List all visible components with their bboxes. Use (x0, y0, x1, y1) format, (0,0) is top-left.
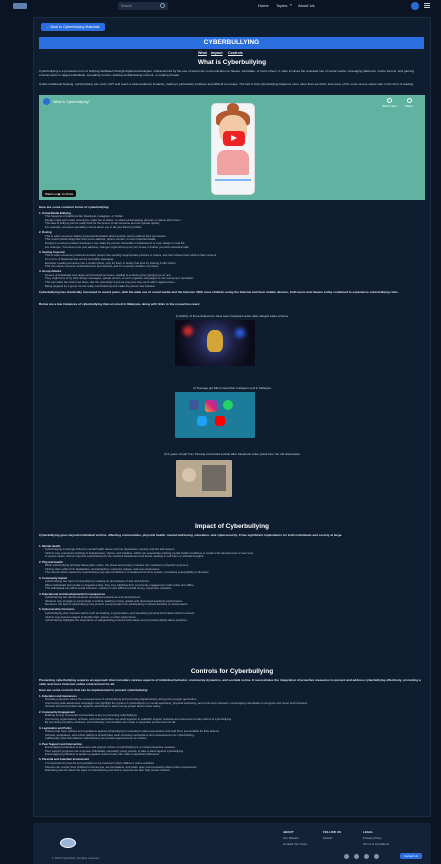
caption-2[interactable]: 2) Teenage girl kills herself after Inst… (39, 386, 425, 390)
siren-light-red (183, 326, 193, 336)
facebook-icon (189, 400, 199, 410)
whatsapp-icon (223, 400, 233, 410)
nav-link-about[interactable]: About Us (298, 3, 314, 8)
photo-shape (202, 465, 226, 491)
controls-list: 1. Education and Awareness Providing edu… (39, 693, 425, 773)
list-item: Additionally, laws that address cyberbul… (45, 736, 148, 741)
what-heading: What is Cyberbullying (197, 59, 267, 66)
forms-list: 1. Social Media Bullying This happens on… (39, 210, 425, 288)
impact-heading: Impact of Cyberbullying (194, 523, 270, 530)
list-item: This withdrawal can affect social cohesi… (45, 586, 172, 591)
twitter-icon[interactable] (364, 854, 369, 859)
impact-list: 1. Mental Health Cyberbullying is strong… (39, 543, 425, 623)
list-item: By promoting empathy, kindness, and incl… (45, 720, 176, 725)
watch-on-youtube-button[interactable]: Watch on ▶ YouTube (42, 190, 77, 197)
list-item: Educating parents about the signs of cyb… (45, 768, 171, 773)
siren-light-blue (235, 328, 245, 338)
list-item: Being targeted by a group can be really … (45, 283, 156, 288)
what-paragraph-1: Cyberbullying is a pervasive form of bul… (39, 69, 415, 78)
what-paragraph-2: Unlike traditional bullying, cyberbullyi… (39, 82, 414, 86)
facebook-icon[interactable] (344, 854, 349, 859)
avatar[interactable] (411, 2, 419, 10)
share-button[interactable]: Share (405, 98, 413, 108)
subnav-link-impact[interactable]: Impact (211, 51, 223, 55)
github-icon[interactable] (374, 854, 379, 859)
list-item: The chronic stress caused by cyberbullyi… (45, 570, 210, 575)
nav-link-topics[interactable]: Topics (276, 3, 287, 8)
controls-intro: Here are some controls that can be imple… (39, 688, 149, 692)
footer-link[interactable]: Contact Our Team (283, 841, 307, 847)
footer-link[interactable]: GitHub (323, 835, 341, 841)
news-image-tiktok (176, 460, 232, 497)
search-icon[interactable] (160, 3, 165, 8)
impact-paragraph: Cyberbullying goes beyond individual vic… (39, 533, 343, 537)
controls-heading: Controls for Cyberbullying (190, 668, 274, 675)
nav-link-home[interactable]: Home (258, 3, 269, 8)
forms-intro: Here are some common forms of cyberbully… (39, 205, 110, 209)
back-button[interactable]: ← Back to Cyberbullying Materials (41, 23, 105, 31)
dramatic-paragraph: Cyberbullying has drastically increased … (39, 290, 399, 294)
site-logo[interactable] (13, 3, 27, 9)
images-intro: Below are a few instances of cyberbullyi… (39, 302, 201, 306)
subnav-link-what[interactable]: What (198, 51, 207, 55)
copyright: © 2024 CyberSafe. All rights reserved. (52, 856, 100, 860)
shirt-shape (217, 150, 249, 175)
illustration-bar (215, 179, 251, 181)
page-title: CYBERBULLYING (39, 37, 424, 49)
footer-col-about: ABOUT Our Mission Contact Our Team (283, 830, 308, 847)
list-item: Moreover, the fear of cyberbullying may … (45, 602, 189, 607)
play-button[interactable] (223, 131, 245, 146)
contact-button[interactable]: Contact Us (400, 853, 422, 859)
subnav-link-controls[interactable]: Controls (228, 51, 243, 55)
news-image-instagram (175, 392, 255, 438)
chevron-down-icon[interactable]: ▾ (290, 3, 292, 7)
controls-paragraph: Preventing cyberbullying requires an app… (39, 678, 421, 687)
list-item: Encouraging bystanders to speak up again… (45, 752, 160, 757)
top-navbar: Search Home Topics ▾ About Us (0, 0, 441, 12)
list-item: Cyberbullying highlights the importance … (45, 618, 188, 623)
menu-icon[interactable] (424, 3, 430, 9)
footer-col-follow: FOLLOW US GitHub (323, 830, 341, 841)
twitter-icon (197, 416, 207, 426)
list-item: For example, someone spreading rumors ab… (45, 224, 143, 229)
video-title[interactable]: What is Cyberbullying? (43, 98, 90, 105)
caption-3[interactable]: 3) 5-years old girl from Penang committe… (39, 452, 425, 456)
instagram-icon (205, 400, 217, 412)
list-item: In severe cases, victims may feel overwh… (45, 554, 205, 559)
channel-icon (43, 98, 50, 105)
footer-col-legal: LEGAL Privacy Policy Terms & Conditions (363, 830, 390, 847)
watch-later-button[interactable]: Watch later (382, 98, 397, 108)
list-item: Schools and communities can organize wor… (45, 704, 161, 709)
list-item: For example, if someone has your address… (45, 244, 190, 249)
clock-icon (387, 98, 393, 103)
footer-link[interactable]: Terms & Conditions (363, 841, 389, 847)
police-badge-shape (207, 330, 223, 352)
caption-1[interactable]: 1) Mother of three believed to have been… (39, 314, 425, 318)
video-embed[interactable]: What is Cyberbullying? Watch later Share… (39, 95, 425, 200)
person-shape (182, 468, 196, 482)
footer-logo[interactable] (60, 838, 76, 848)
instagram-icon[interactable] (354, 854, 359, 859)
list-item: This can cause immense embarrassment and… (45, 264, 159, 269)
youtube-icon (215, 416, 225, 426)
share-icon (406, 98, 412, 103)
news-image-police (175, 320, 255, 366)
